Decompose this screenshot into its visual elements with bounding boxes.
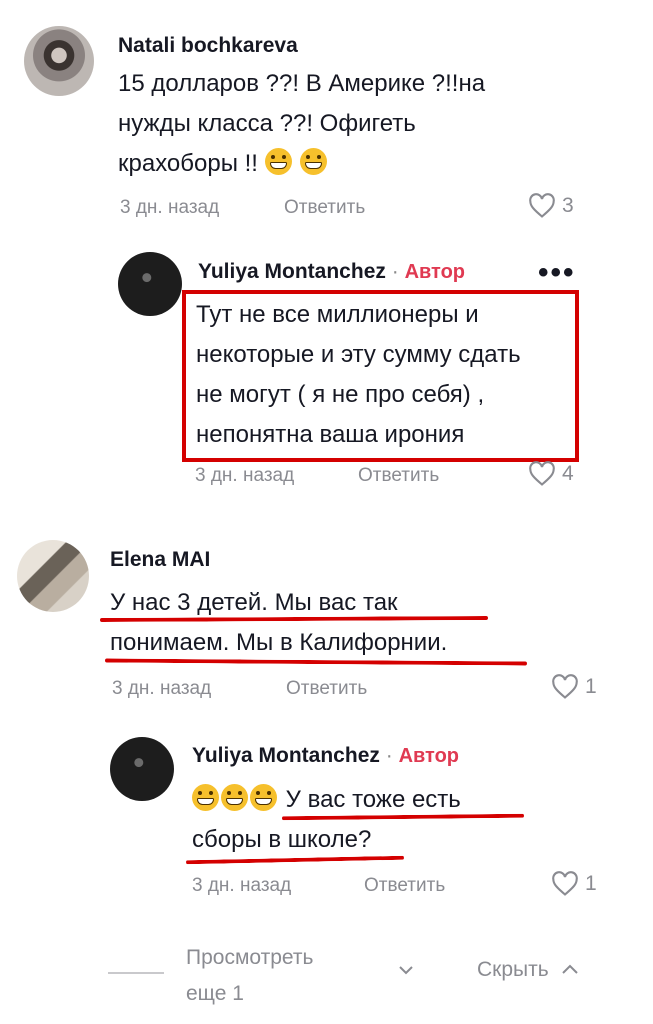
comment-time: 3 дн. назад <box>192 875 292 896</box>
comment-text-line: не могут ( я не про себя) , <box>196 381 485 408</box>
like-count: 3 <box>562 194 574 217</box>
grin-emoji-icon <box>264 148 292 175</box>
heart-icon <box>529 461 555 486</box>
comment-author[interactable]: Yuliya Montanchez <box>198 260 386 283</box>
heart-icon <box>552 871 578 896</box>
like-button[interactable]: 1 <box>551 871 597 897</box>
comment-text-line: нужды класса ??! Офигеть <box>118 110 416 137</box>
comment-time: 3 дн. назад <box>120 197 220 218</box>
comment-text-line: У вас тоже есть <box>192 780 592 820</box>
comment-text-line: непонятна ваша ирония <box>196 421 465 448</box>
grin-emoji-icon <box>221 784 248 811</box>
hide-replies-button[interactable]: Скрыть <box>477 958 579 982</box>
grin-emoji-icon <box>300 148 328 175</box>
like-button[interactable]: 4 <box>528 461 574 487</box>
author-badge: Автор <box>398 745 460 767</box>
divider <box>108 972 164 974</box>
avatar[interactable] <box>118 252 182 316</box>
reply-button[interactable]: Ответить <box>286 678 367 700</box>
reply-button[interactable]: Ответить <box>364 875 445 897</box>
comment-time: 3 дн. назад <box>195 465 295 486</box>
like-count: 1 <box>585 675 597 698</box>
reply-button[interactable]: Ответить <box>284 197 365 219</box>
avatar[interactable] <box>110 737 174 801</box>
comment-text-line: понимаем. Мы в Калифорнии. <box>110 629 448 656</box>
like-count: 1 <box>585 872 597 895</box>
like-button[interactable]: 3 <box>528 193 574 219</box>
comment-author[interactable]: Natali bochkareva <box>118 34 298 58</box>
comment-author[interactable]: Elena MAI <box>110 548 210 572</box>
comment-author-row: Yuliya Montanchez · Автор <box>192 744 459 768</box>
chevron-up-icon <box>561 964 578 974</box>
like-button[interactable]: 1 <box>551 674 597 700</box>
separator-dot: · <box>391 260 399 283</box>
comment-time: 3 дн. назад <box>112 678 212 699</box>
comment-author[interactable]: Yuliya Montanchez <box>192 744 380 767</box>
comment-text: 15 долларов ??! В Америке ?!!на нужды кл… <box>118 64 558 184</box>
like-count: 4 <box>562 462 574 485</box>
comment-author-row: Yuliya Montanchez · Автор <box>198 260 465 284</box>
grin-emoji-icon <box>192 784 219 811</box>
comment-text: У вас тоже есть сборы в школе? <box>192 780 592 860</box>
hide-label: Скрыть <box>477 958 549 981</box>
grin-emoji-icon <box>250 784 277 811</box>
view-more-label: Просмотреть <box>186 946 314 969</box>
comment-text-line: крахоборы !! <box>118 144 558 184</box>
chevron-down-icon[interactable] <box>398 960 414 981</box>
reply-button[interactable]: Ответить <box>358 465 439 487</box>
comment-text-line: Тут не все миллионеры и <box>196 301 479 328</box>
more-options-button[interactable]: ••• <box>538 256 576 290</box>
comment-text: У нас 3 детей. Мы вас так понимаем. Мы в… <box>110 583 540 663</box>
author-badge: Автор <box>404 261 466 283</box>
avatar[interactable] <box>24 26 94 96</box>
view-more-count: еще 1 <box>186 982 244 1005</box>
comment-text-line: некоторые и эту сумму сдать <box>196 341 521 368</box>
heart-icon <box>529 193 555 218</box>
heart-icon <box>552 674 578 699</box>
avatar[interactable] <box>17 540 89 612</box>
separator-dot: · <box>385 744 393 767</box>
comment-text-line: сборы в школе? <box>192 826 372 853</box>
comment-text-line: 15 долларов ??! В Америке ?!!на <box>118 70 486 97</box>
view-more-replies-button[interactable]: Просмотреть еще 1 <box>186 940 313 1012</box>
comment-text: Тут не все миллионеры и некоторые и эту … <box>196 295 576 455</box>
